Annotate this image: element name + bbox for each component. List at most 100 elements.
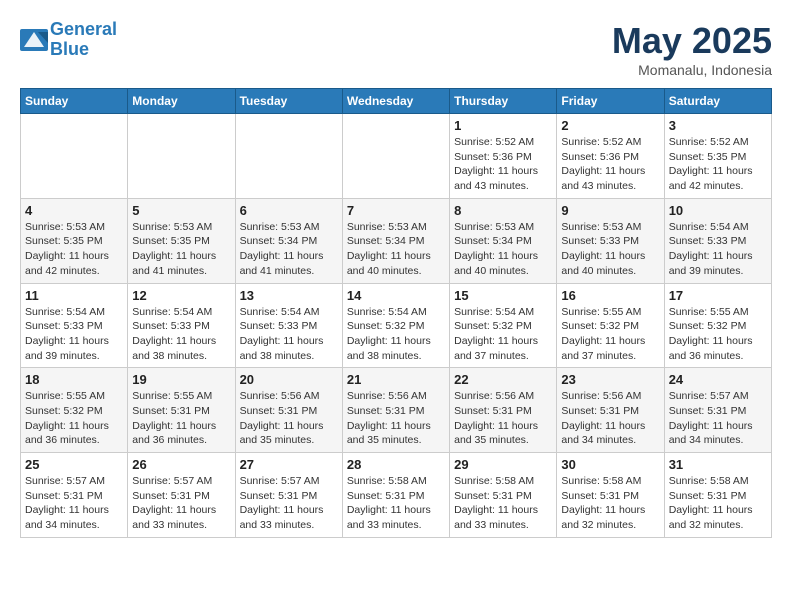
calendar-cell: 23Sunrise: 5:56 AMSunset: 5:31 PMDayligh… [557, 368, 664, 453]
day-number: 13 [240, 288, 338, 303]
day-number: 17 [669, 288, 767, 303]
day-number: 20 [240, 372, 338, 387]
logo-line2: Blue [50, 39, 89, 59]
calendar-cell: 14 Sunrise: 5:54 AMSunset: 5:32 PMDayligh… [342, 283, 449, 368]
day-info: Sunrise: 5:53 AMSunset: 5:35 PMDaylight:… [132, 220, 230, 279]
day-info: Sunrise: 5:53 AMSunset: 5:33 PMDaylight:… [561, 220, 659, 279]
calendar-cell: 25 Sunrise: 5:57 AMSunset: 5:31 PMDayligh… [21, 453, 128, 538]
weekday-header-cell: Saturday [664, 89, 771, 114]
calendar-cell: 2 Sunrise: 5:52 AMSunset: 5:36 PMDaylight… [557, 114, 664, 199]
day-info: Sunrise: 5:54 AMSunset: 5:32 PMDaylight:… [347, 305, 445, 364]
logo-line1: General [50, 19, 117, 39]
calendar-cell: 20 Sunrise: 5:56 AMSunset: 5:31 PMDayligh… [235, 368, 342, 453]
day-number: 14 [347, 288, 445, 303]
calendar-cell: 30 Sunrise: 5:58 AMSunset: 5:31 PMDayligh… [557, 453, 664, 538]
calendar-cell: 1 Sunrise: 5:52 AMSunset: 5:36 PMDaylight… [450, 114, 557, 199]
calendar-cell: 3 Sunrise: 5:52 AMSunset: 5:35 PMDaylight… [664, 114, 771, 199]
day-info: Sunrise: 5:54 AMSunset: 5:33 PMDaylight:… [132, 305, 230, 364]
day-info: Sunrise: 5:53 AMSunset: 5:34 PMDaylight:… [240, 220, 338, 279]
day-number: 25 [25, 457, 123, 472]
calendar-cell [235, 114, 342, 199]
calendar-cell: 19 Sunrise: 5:55 AMSunset: 5:31 PMDayligh… [128, 368, 235, 453]
day-info: Sunrise: 5:52 AMSunset: 5:36 PMDaylight:… [561, 135, 659, 194]
calendar-week-row: 11 Sunrise: 5:54 AMSunset: 5:33 PMDayligh… [21, 283, 772, 368]
day-number: 2 [561, 118, 659, 133]
day-info: Sunrise: 5:58 AMSunset: 5:31 PMDaylight:… [454, 474, 552, 533]
calendar-cell: 5 Sunrise: 5:53 AMSunset: 5:35 PMDaylight… [128, 198, 235, 283]
day-info: Sunrise: 5:54 AMSunset: 5:33 PMDaylight:… [25, 305, 123, 364]
day-info: Sunrise: 5:52 AMSunset: 5:35 PMDaylight:… [669, 135, 767, 194]
day-number: 6 [240, 203, 338, 218]
location-subtitle: Momanalu, Indonesia [612, 62, 772, 78]
day-number: 1 [454, 118, 552, 133]
day-number: 19 [132, 372, 230, 387]
calendar-cell: 16Sunrise: 5:55 AMSunset: 5:32 PMDayligh… [557, 283, 664, 368]
calendar-cell [342, 114, 449, 199]
day-info: Sunrise: 5:55 AMSunset: 5:32 PMDaylight:… [25, 389, 123, 448]
day-number: 10 [669, 203, 767, 218]
day-info: Sunrise: 5:53 AMSunset: 5:34 PMDaylight:… [347, 220, 445, 279]
day-number: 15 [454, 288, 552, 303]
day-number: 7 [347, 203, 445, 218]
day-info: Sunrise: 5:56 AMSunset: 5:31 PMDaylight:… [454, 389, 552, 448]
calendar-cell: 17 Sunrise: 5:55 AMSunset: 5:32 PMDayligh… [664, 283, 771, 368]
day-info: Sunrise: 5:57 AMSunset: 5:31 PMDaylight:… [132, 474, 230, 533]
day-number: 4 [25, 203, 123, 218]
day-number: 5 [132, 203, 230, 218]
calendar-week-row: 4 Sunrise: 5:53 AMSunset: 5:35 PMDaylight… [21, 198, 772, 283]
day-info: Sunrise: 5:54 AMSunset: 5:33 PMDaylight:… [240, 305, 338, 364]
calendar-cell: 26Sunrise: 5:57 AMSunset: 5:31 PMDayligh… [128, 453, 235, 538]
logo-text: General Blue [50, 20, 117, 60]
day-number: 27 [240, 457, 338, 472]
day-number: 29 [454, 457, 552, 472]
day-info: Sunrise: 5:52 AMSunset: 5:36 PMDaylight:… [454, 135, 552, 194]
day-info: Sunrise: 5:58 AMSunset: 5:31 PMDaylight:… [347, 474, 445, 533]
weekday-header-cell: Sunday [21, 89, 128, 114]
calendar-cell: 12 Sunrise: 5:54 AMSunset: 5:33 PMDayligh… [128, 283, 235, 368]
calendar-cell [128, 114, 235, 199]
day-number: 12 [132, 288, 230, 303]
calendar-cell: 9 Sunrise: 5:53 AMSunset: 5:33 PMDaylight… [557, 198, 664, 283]
day-info: Sunrise: 5:53 AMSunset: 5:35 PMDaylight:… [25, 220, 123, 279]
calendar-cell: 21 Sunrise: 5:56 AMSunset: 5:31 PMDayligh… [342, 368, 449, 453]
calendar-cell: 18 Sunrise: 5:55 AMSunset: 5:32 PMDayligh… [21, 368, 128, 453]
day-info: Sunrise: 5:55 AMSunset: 5:32 PMDaylight:… [669, 305, 767, 364]
calendar-cell: 10 Sunrise: 5:54 AMSunset: 5:33 PMDayligh… [664, 198, 771, 283]
day-info: Sunrise: 5:53 AMSunset: 5:34 PMDaylight:… [454, 220, 552, 279]
day-info: Sunrise: 5:55 AMSunset: 5:31 PMDaylight:… [132, 389, 230, 448]
day-info: Sunrise: 5:55 AMSunset: 5:32 PMDaylight:… [561, 305, 659, 364]
calendar-cell: 22Sunrise: 5:56 AMSunset: 5:31 PMDayligh… [450, 368, 557, 453]
calendar-cell: 13 Sunrise: 5:54 AMSunset: 5:33 PMDayligh… [235, 283, 342, 368]
calendar-cell: 11 Sunrise: 5:54 AMSunset: 5:33 PMDayligh… [21, 283, 128, 368]
day-info: Sunrise: 5:57 AMSunset: 5:31 PMDaylight:… [25, 474, 123, 533]
day-number: 18 [25, 372, 123, 387]
day-number: 31 [669, 457, 767, 472]
day-number: 21 [347, 372, 445, 387]
title-block: May 2025 Momanalu, Indonesia [612, 20, 772, 78]
calendar-cell: 27Sunrise: 5:57 AMSunset: 5:31 PMDayligh… [235, 453, 342, 538]
logo: General Blue [20, 20, 117, 60]
day-info: Sunrise: 5:56 AMSunset: 5:31 PMDaylight:… [347, 389, 445, 448]
day-number: 28 [347, 457, 445, 472]
page-header: General Blue May 2025 Momanalu, Indonesi… [20, 20, 772, 78]
day-number: 3 [669, 118, 767, 133]
calendar-cell: 24Sunrise: 5:57 AMSunset: 5:31 PMDayligh… [664, 368, 771, 453]
calendar-week-row: 1 Sunrise: 5:52 AMSunset: 5:36 PMDaylight… [21, 114, 772, 199]
weekday-header-cell: Tuesday [235, 89, 342, 114]
logo-icon [20, 29, 48, 51]
calendar-cell: 29 Sunrise: 5:58 AMSunset: 5:31 PMDayligh… [450, 453, 557, 538]
day-info: Sunrise: 5:58 AMSunset: 5:31 PMDaylight:… [561, 474, 659, 533]
day-number: 8 [454, 203, 552, 218]
calendar-cell [21, 114, 128, 199]
day-info: Sunrise: 5:54 AMSunset: 5:33 PMDaylight:… [669, 220, 767, 279]
day-info: Sunrise: 5:58 AMSunset: 5:31 PMDaylight:… [669, 474, 767, 533]
calendar-cell: 6 Sunrise: 5:53 AMSunset: 5:34 PMDaylight… [235, 198, 342, 283]
calendar-week-row: 25 Sunrise: 5:57 AMSunset: 5:31 PMDayligh… [21, 453, 772, 538]
day-number: 9 [561, 203, 659, 218]
calendar-table: SundayMondayTuesdayWednesdayThursdayFrid… [20, 88, 772, 538]
day-number: 11 [25, 288, 123, 303]
day-info: Sunrise: 5:56 AMSunset: 5:31 PMDaylight:… [240, 389, 338, 448]
calendar-cell: 7 Sunrise: 5:53 AMSunset: 5:34 PMDaylight… [342, 198, 449, 283]
calendar-cell: 4 Sunrise: 5:53 AMSunset: 5:35 PMDaylight… [21, 198, 128, 283]
day-number: 30 [561, 457, 659, 472]
